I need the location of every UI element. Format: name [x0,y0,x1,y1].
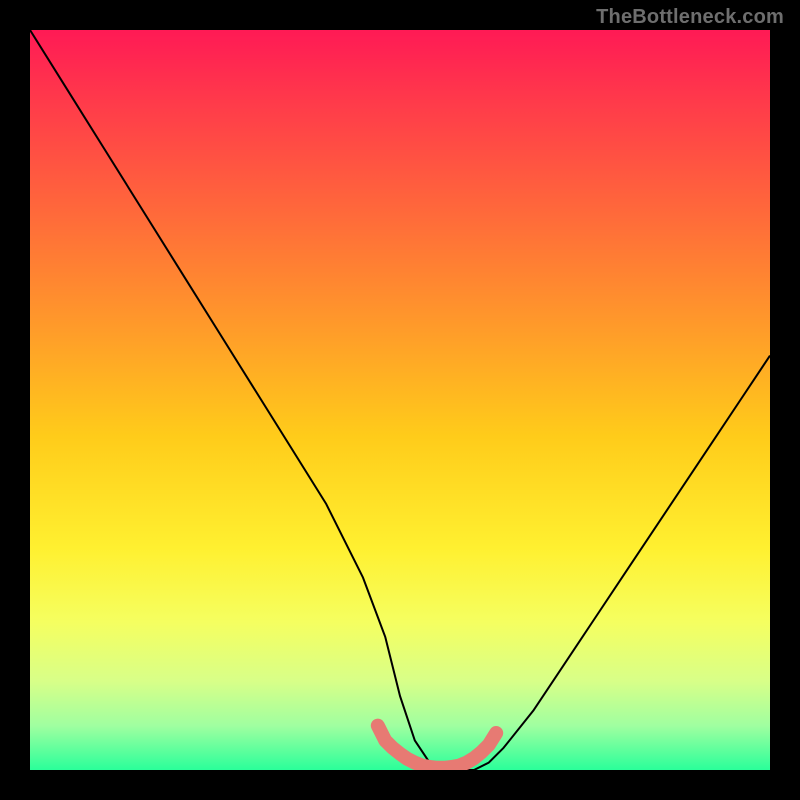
gradient-background [30,30,770,770]
chart-frame: TheBottleneck.com [0,0,800,800]
chart-plot-area [30,30,770,770]
bottleneck-chart [30,30,770,770]
watermark-text: TheBottleneck.com [596,6,784,29]
